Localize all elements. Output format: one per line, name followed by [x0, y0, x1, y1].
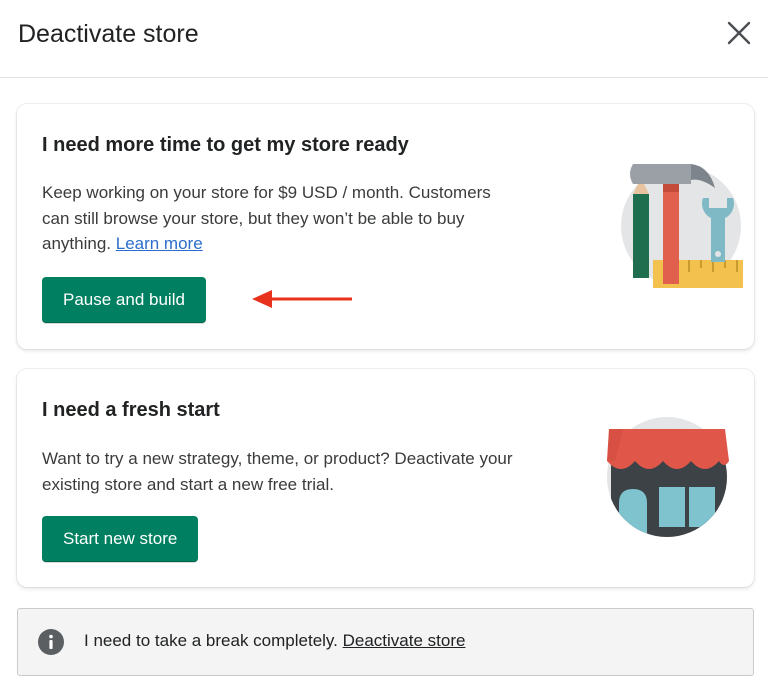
learn-more-link[interactable]: Learn more — [116, 234, 203, 253]
storefront-illustration — [607, 417, 729, 537]
modal-title: Deactivate store — [18, 20, 199, 48]
break-banner-text: I need to take a break completely. Deact… — [84, 631, 465, 651]
break-banner-message: I need to take a break completely. — [84, 631, 338, 650]
take-a-break-banner: I need to take a break completely. Deact… — [17, 608, 754, 676]
red-arrow-annotation — [252, 290, 352, 308]
deactivate-store-link[interactable]: Deactivate store — [343, 631, 466, 650]
fresh-start-option-card: I need a fresh start Want to try a new s… — [17, 369, 754, 587]
tools-illustration — [621, 164, 743, 288]
close-icon — [727, 21, 751, 45]
start-new-store-button[interactable]: Start new store — [42, 516, 199, 562]
pause-option-card: I need more time to get my store ready K… — [17, 104, 754, 349]
pause-card-body-text: Keep working on your store for $9 USD / … — [42, 183, 491, 253]
pause-card-description: Keep working on your store for $9 USD / … — [42, 180, 522, 257]
pause-and-build-button[interactable]: Pause and build — [42, 277, 206, 323]
close-button[interactable] — [724, 18, 754, 48]
fresh-card-description: Want to try a new strategy, theme, or pr… — [42, 449, 513, 494]
pause-card-heading: I need more time to get my store ready — [42, 134, 409, 156]
info-icon — [38, 629, 64, 655]
modal-header: Deactivate store — [0, 0, 768, 78]
fresh-card-heading: I need a fresh start — [42, 399, 220, 421]
